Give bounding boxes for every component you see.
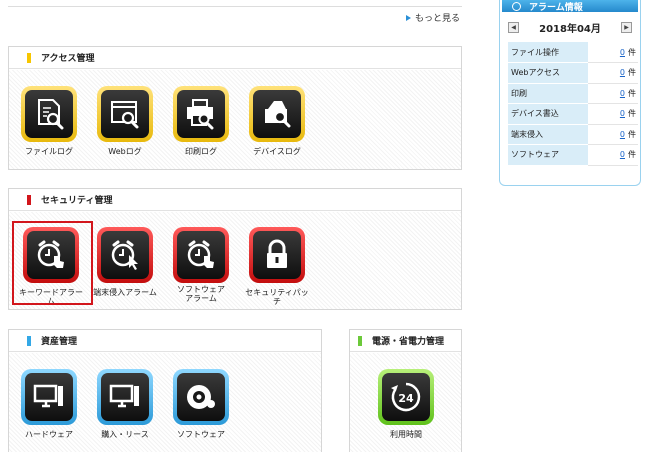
security-bar-marker bbox=[27, 194, 31, 205]
access-panel-title: アクセス管理 bbox=[41, 54, 95, 64]
security-panel-header: セキュリティ管理 bbox=[9, 189, 461, 211]
file-search-icon bbox=[38, 99, 64, 130]
tile-label: 印刷ログ bbox=[185, 147, 217, 156]
month-selector: ◀ 2018年04月 ▶ bbox=[500, 12, 640, 42]
alarm-count-link[interactable]: 0 bbox=[620, 130, 625, 139]
alarm-count-link[interactable]: 0 bbox=[620, 89, 625, 98]
tile-label: 購入・リース bbox=[101, 430, 149, 439]
tile-security-patch[interactable]: セキュリティパッチ bbox=[242, 227, 312, 306]
alarm-unit: 件 bbox=[628, 129, 636, 139]
tile-software[interactable]: ソフトウェア bbox=[166, 369, 236, 439]
alarm-info-title: アラーム情報 bbox=[529, 2, 583, 13]
table-row: Webアクセス 0件 bbox=[508, 62, 638, 84]
top-divider bbox=[8, 6, 462, 7]
tile-software-alarm[interactable]: ソフトウェア アラーム bbox=[166, 227, 236, 303]
assets-panel: 資産管理 ハードウェア 購入・リース ソフトウェア bbox=[8, 329, 322, 452]
alarm-clock-hand-icon bbox=[187, 240, 214, 268]
power-panel: 電源・省電力管理 24 利用時間 bbox=[349, 329, 462, 452]
more-link-label: もっと見る bbox=[415, 14, 461, 24]
alarm-clock-cursor-icon bbox=[111, 240, 138, 270]
alarm-row-name: 端末侵入 bbox=[508, 124, 588, 145]
access-bar-marker bbox=[27, 52, 31, 63]
tile-label: 端末侵入アラーム bbox=[93, 288, 157, 297]
alarm-info-widget: アラーム情報 ◀ 2018年04月 ▶ ファイル操作 0件 Webアクセス 0件… bbox=[499, 0, 641, 186]
alarm-unit: 件 bbox=[628, 88, 636, 98]
power-panel-header: 電源・省電力管理 bbox=[350, 330, 461, 352]
access-panel: アクセス管理 ファイルログ Webログ 印刷ログ デバイスログ bbox=[8, 46, 462, 170]
power-panel-body: 24 利用時間 bbox=[350, 353, 461, 452]
access-panel-body: ファイルログ Webログ 印刷ログ デバイスログ bbox=[9, 70, 461, 169]
desktop-computer-icon bbox=[33, 384, 63, 408]
assets-bar-marker bbox=[27, 335, 31, 346]
printer-search-icon bbox=[187, 99, 214, 130]
table-row: デバイス書込 0件 bbox=[508, 103, 638, 125]
tile-file-log[interactable]: ファイルログ bbox=[14, 86, 84, 156]
tile-intrusion-alarm[interactable]: 端末侵入アラーム bbox=[90, 227, 160, 297]
tile-purchase-lease[interactable]: 購入・リース bbox=[90, 369, 160, 439]
alarm-unit: 件 bbox=[628, 68, 636, 78]
clock-24-text: 24 bbox=[398, 392, 414, 405]
table-row: ソフトウェア 0件 bbox=[508, 144, 638, 166]
alarm-count-link[interactable]: 0 bbox=[620, 109, 625, 118]
alarm-unit: 件 bbox=[628, 109, 636, 119]
alarm-unit: 件 bbox=[628, 150, 636, 160]
arrow-right-icon bbox=[406, 14, 411, 21]
alarm-unit: 件 bbox=[628, 47, 636, 57]
assets-panel-title: 資産管理 bbox=[41, 337, 78, 347]
tile-print-log[interactable]: 印刷ログ bbox=[166, 86, 236, 156]
tile-device-log[interactable]: デバイスログ bbox=[242, 86, 312, 156]
alarm-row-name: 印刷 bbox=[508, 83, 588, 104]
web-search-icon bbox=[111, 101, 139, 129]
more-link[interactable]: もっと見る bbox=[406, 11, 460, 24]
next-month-button[interactable]: ▶ bbox=[621, 21, 632, 33]
alarm-count-link[interactable]: 0 bbox=[620, 68, 625, 77]
assets-panel-body: ハードウェア 購入・リース ソフトウェア bbox=[9, 353, 321, 452]
alarm-info-header: アラーム情報 bbox=[502, 0, 638, 13]
clock-24-icon: 24 bbox=[391, 382, 421, 412]
clock-icon bbox=[512, 1, 521, 11]
alarm-row-name: Webアクセス bbox=[508, 62, 588, 84]
security-panel-title: セキュリティ管理 bbox=[41, 196, 113, 206]
alarm-count-link[interactable]: 0 bbox=[620, 48, 625, 57]
prev-month-button[interactable]: ◀ bbox=[508, 21, 519, 33]
alarm-row-name: ソフトウェア bbox=[508, 144, 588, 166]
alarm-count-link[interactable]: 0 bbox=[620, 150, 625, 159]
alarm-table: ファイル操作 0件 Webアクセス 0件 印刷 0件 デバイス書込 0件 端末侵… bbox=[508, 42, 638, 166]
disc-icon bbox=[187, 385, 215, 409]
table-row: 端末侵入 0件 bbox=[508, 124, 638, 145]
tile-label: ソフトウェア アラーム bbox=[177, 285, 225, 303]
tile-usage-time[interactable]: 24 利用時間 bbox=[371, 369, 441, 439]
desktop-computer-icon bbox=[109, 384, 139, 408]
tile-label: ハードウェア bbox=[25, 430, 73, 439]
tile-label: デバイスログ bbox=[253, 147, 301, 156]
tile-label: ファイルログ bbox=[25, 147, 73, 156]
tile-label: Webログ bbox=[108, 147, 142, 156]
access-panel-header: アクセス管理 bbox=[9, 47, 461, 69]
power-bar-marker bbox=[358, 335, 362, 346]
tile-label: セキュリティパッチ bbox=[245, 288, 309, 306]
table-row: ファイル操作 0件 bbox=[508, 42, 638, 63]
alarm-row-name: ファイル操作 bbox=[508, 42, 588, 63]
tile-web-log[interactable]: Webログ bbox=[90, 86, 160, 156]
selected-tile-highlight bbox=[12, 221, 93, 305]
assets-panel-header: 資産管理 bbox=[9, 330, 321, 352]
current-month: 2018年04月 bbox=[539, 23, 601, 35]
tile-hardware[interactable]: ハードウェア bbox=[14, 369, 84, 439]
tile-label: ソフトウェア bbox=[177, 430, 225, 439]
device-search-icon bbox=[265, 101, 291, 128]
table-row: 印刷 0件 bbox=[508, 83, 638, 104]
padlock-icon bbox=[267, 239, 287, 268]
alarm-row-name: デバイス書込 bbox=[508, 103, 588, 125]
tile-label: 利用時間 bbox=[390, 430, 422, 439]
power-panel-title: 電源・省電力管理 bbox=[372, 337, 445, 347]
